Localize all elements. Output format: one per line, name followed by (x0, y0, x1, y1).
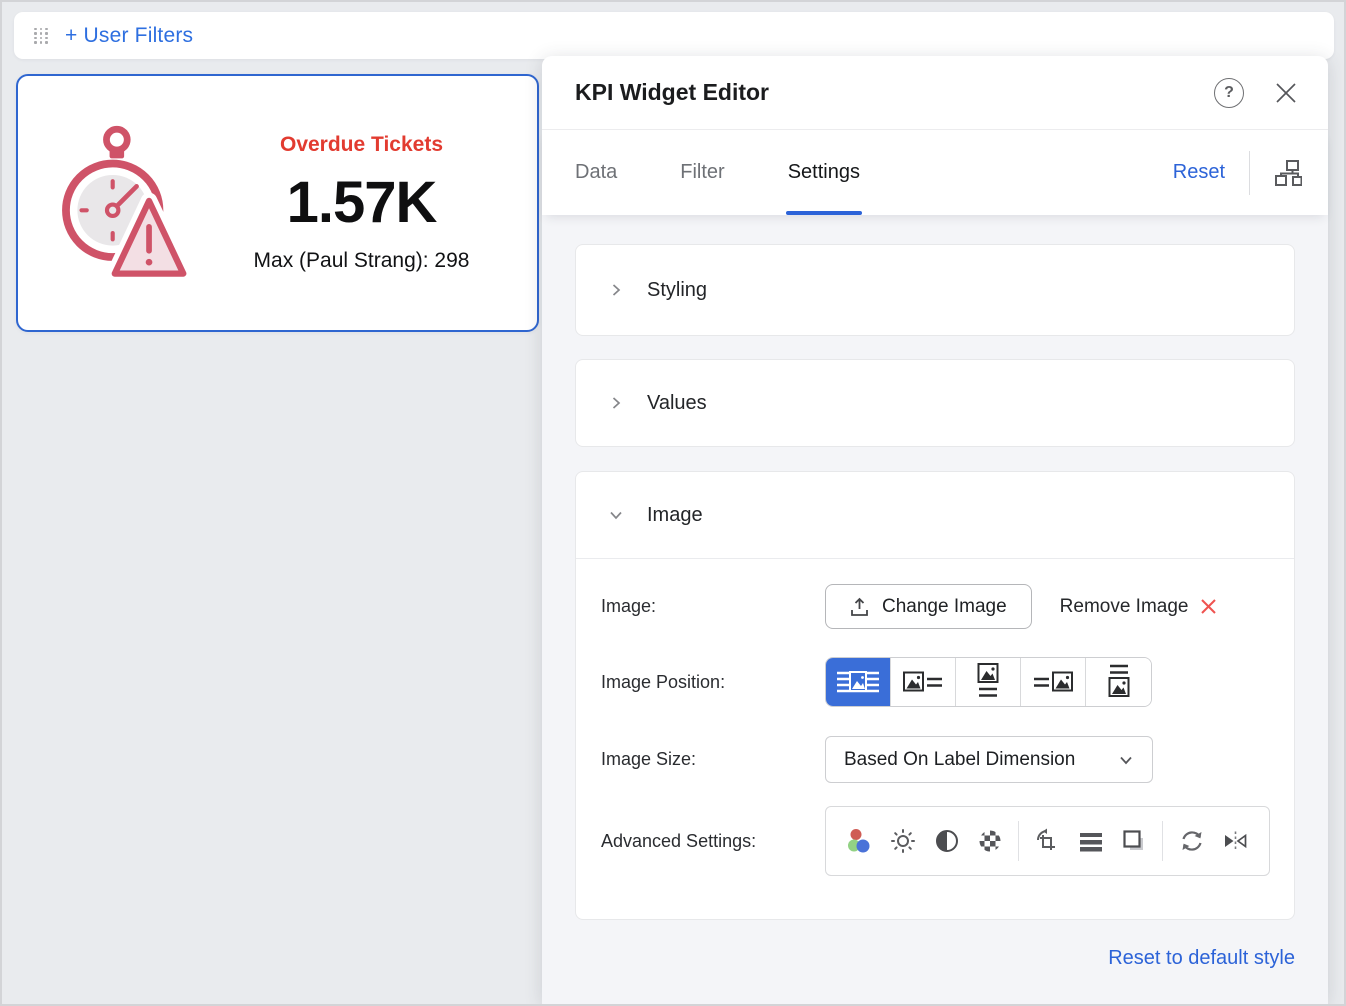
values-section-header[interactable]: Values (576, 360, 1294, 446)
chevron-down-icon (1120, 756, 1132, 764)
position-background-button[interactable] (826, 658, 891, 706)
kpi-subtitle: Max (Paul Strang): 298 (253, 249, 470, 272)
question-circle-icon: ? (1214, 77, 1244, 108)
kpi-widget-card[interactable]: Overdue Tickets 1.57K Max (Paul Strang):… (16, 74, 539, 332)
flip-horizontal-icon[interactable] (1220, 826, 1250, 856)
kpi-text-block: Overdue Tickets 1.57K Max (Paul Strang):… (220, 133, 503, 273)
footer-links: Reset to default style (575, 920, 1295, 970)
close-icon (1276, 82, 1296, 103)
image-section-header[interactable]: Image (576, 472, 1294, 559)
org-chart-icon (1275, 159, 1302, 186)
drag-handle-grid-icon[interactable] (34, 27, 49, 44)
tab-settings[interactable]: Settings (785, 130, 863, 215)
image-position-row: Image Position: (601, 657, 1294, 707)
stopwatch-alert-icon (52, 122, 190, 284)
divider (1162, 821, 1164, 861)
opacity-icon[interactable] (975, 826, 1005, 856)
image-right-icon (1034, 671, 1073, 692)
position-right-button[interactable] (1021, 658, 1086, 706)
kpi-widget-editor-panel: KPI Widget Editor ? Data Filter Settings… (542, 56, 1328, 1004)
tab-filter[interactable]: Filter (680, 130, 724, 215)
add-user-filters-button[interactable]: + User Filters (65, 24, 193, 48)
position-bottom-button[interactable] (1086, 658, 1151, 706)
advanced-settings-label: Advanced Settings: (601, 830, 757, 851)
color-saturation-icon[interactable] (845, 826, 875, 856)
editor-header: KPI Widget Editor ? (542, 56, 1328, 130)
image-label: Image: (601, 596, 657, 616)
position-left-button[interactable] (891, 658, 956, 706)
image-bottom-icon (1108, 664, 1129, 697)
styling-section-header[interactable]: Styling (576, 245, 1294, 335)
chevron-down-icon (608, 507, 624, 523)
line-thickness-icon[interactable] (1076, 826, 1106, 856)
change-image-label: Change Image (882, 595, 1007, 617)
image-position-group (825, 657, 1152, 707)
shadow-icon[interactable] (1119, 826, 1149, 856)
image-top-icon (977, 663, 999, 697)
editor-tab-bar: Data Filter Settings Reset (542, 130, 1328, 215)
divider (1018, 821, 1020, 861)
change-image-button[interactable]: Change Image (825, 584, 1032, 629)
reset-image-icon[interactable] (1177, 826, 1207, 856)
image-row: Image: Change Image Remove Image (601, 584, 1294, 629)
values-section-label: Values (647, 391, 707, 414)
remove-image-label: Remove Image (1059, 595, 1189, 617)
contrast-icon[interactable] (932, 826, 962, 856)
image-size-row: Image Size: Based On Label Dimension (601, 736, 1294, 783)
remove-image-button[interactable]: Remove Image (1060, 596, 1217, 618)
kpi-value: 1.57K (286, 170, 438, 235)
position-top-button[interactable] (956, 658, 1021, 706)
image-section-body: Image: Change Image Remove Image Image P… (576, 559, 1294, 876)
kpi-title: Overdue Tickets (279, 133, 444, 156)
brightness-icon[interactable] (888, 826, 918, 856)
image-size-value: Based On Label Dimension (844, 748, 1076, 770)
upload-icon (851, 597, 868, 616)
settings-content: Styling Values Image Image: Change Image… (542, 215, 1328, 1004)
image-background-icon (837, 671, 879, 693)
user-filters-bar: + User Filters (14, 12, 1334, 59)
close-button[interactable] (1274, 81, 1298, 105)
chevron-right-icon (608, 282, 624, 298)
help-button[interactable]: ? (1214, 77, 1244, 108)
image-position-label: Image Position: (601, 671, 726, 692)
image-size-select[interactable]: Based On Label Dimension (825, 736, 1153, 783)
editor-title: KPI Widget Editor (575, 79, 770, 105)
dashboard-root: + User Filters Overdue Tickets 1.57K Max… (0, 0, 1346, 1006)
divider (1249, 150, 1250, 195)
chevron-right-icon (608, 395, 624, 411)
styling-section: Styling (575, 244, 1295, 336)
advanced-settings-toolbar (825, 806, 1270, 876)
advanced-settings-row: Advanced Settings: (601, 806, 1294, 876)
tab-data[interactable]: Data (575, 130, 617, 215)
styling-section-label: Styling (647, 278, 708, 301)
remove-x-icon (1200, 598, 1217, 615)
image-left-icon (903, 671, 942, 692)
widget-layout-button[interactable] (1274, 159, 1302, 187)
image-section: Image Image: Change Image Remove Image I… (575, 471, 1295, 920)
image-section-label: Image (647, 503, 703, 526)
crop-rotate-icon[interactable] (1032, 826, 1062, 856)
image-size-label: Image Size: (601, 749, 697, 769)
reset-button[interactable]: Reset (1173, 161, 1225, 184)
values-section: Values (575, 359, 1295, 447)
reset-to-default-style-link[interactable]: Reset to default style (1108, 947, 1295, 969)
